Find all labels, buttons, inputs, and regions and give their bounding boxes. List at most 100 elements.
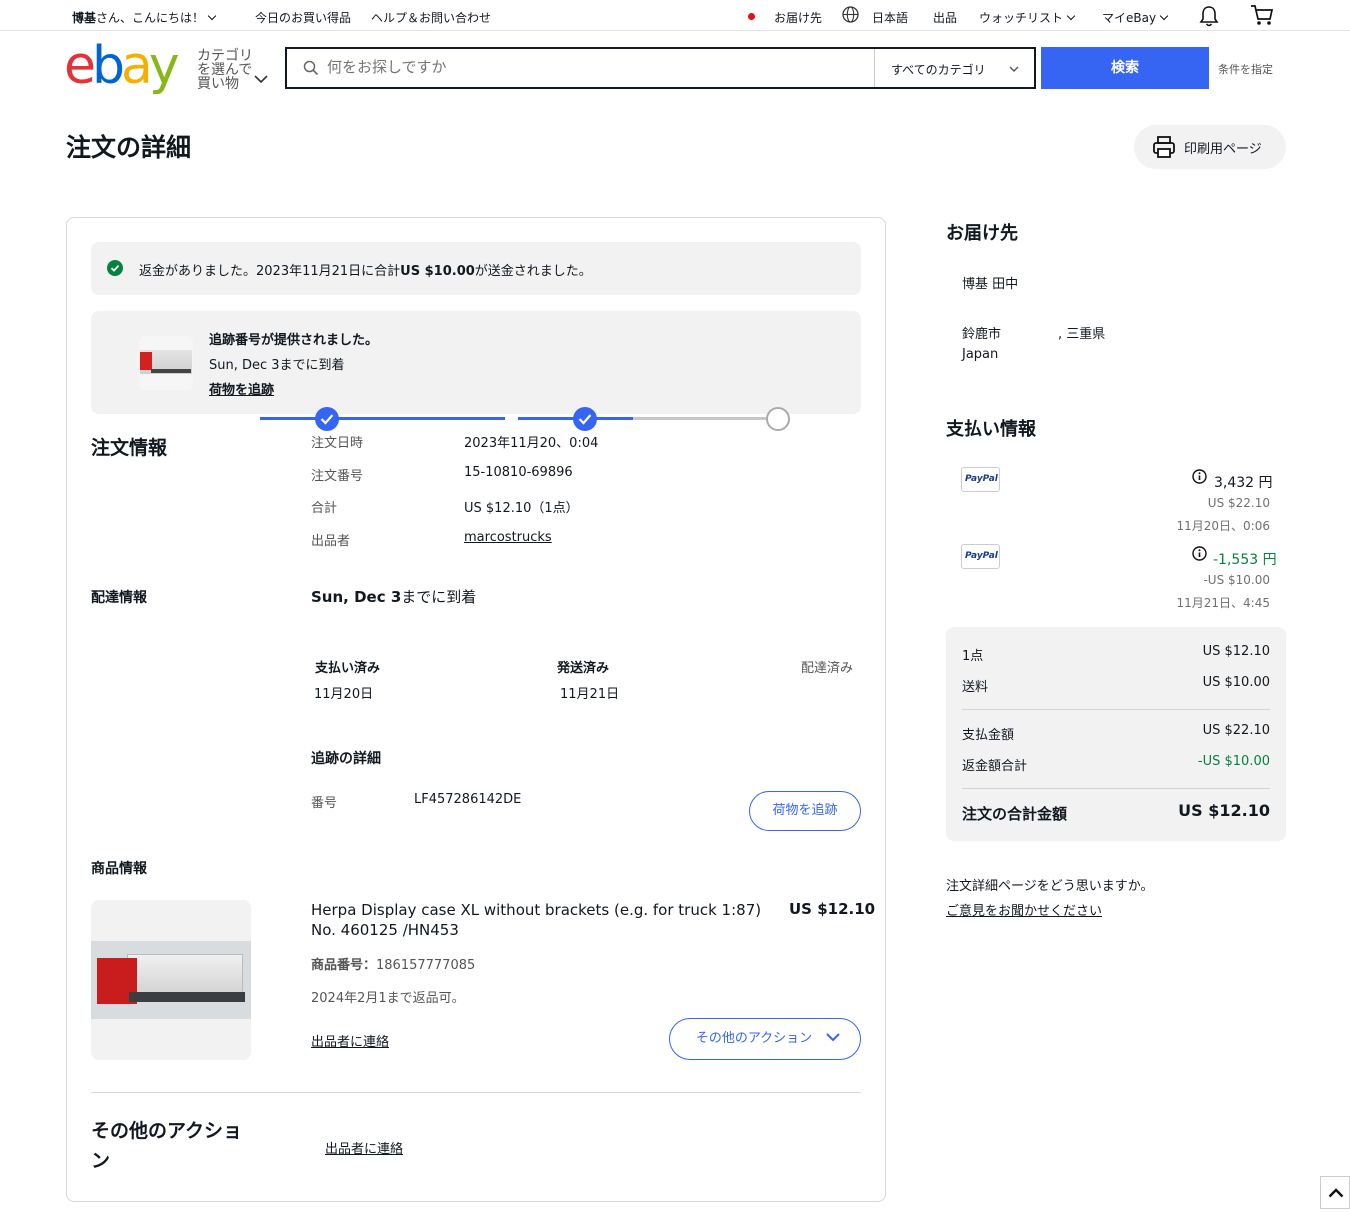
top-bar: 博基さん、こんにちは！ 今日のお買い得品 ヘルプ＆お問い合わせ お届け先 日本語… [0, 0, 1350, 31]
step-delivered-circle-icon [766, 407, 790, 431]
progress-segment-paid [260, 417, 505, 420]
order-total-label: 合計 [311, 501, 338, 516]
search-input[interactable] [327, 58, 847, 76]
chevron-up-icon [1328, 1187, 1344, 1202]
chevron-down-icon [826, 1019, 840, 1059]
print-button[interactable]: 印刷用ページ [1134, 125, 1286, 169]
product-thumbnail[interactable] [139, 336, 193, 390]
address-country: Japan [962, 347, 999, 362]
progress-segment-remaining [633, 417, 766, 420]
paid-value: US $22.10 [1202, 723, 1270, 738]
product-title[interactable]: Herpa Display case XL without brackets (… [311, 900, 771, 940]
chevron-down-icon [207, 11, 217, 21]
other-contact-seller-link[interactable]: 出品者に連絡 [325, 1138, 403, 1157]
payment-2-usd: -US $10.00 [1203, 573, 1270, 587]
more-actions-button[interactable]: その他のアクション [669, 1018, 861, 1060]
order-info-heading: 注文情報 [91, 437, 168, 459]
more-actions-label: その他のアクション [695, 1031, 813, 1046]
print-button-label: 印刷用ページ [1184, 142, 1262, 157]
tracking-details-heading: 追跡の詳細 [311, 751, 381, 767]
search-button[interactable]: 検索 [1041, 47, 1209, 89]
watchlist-label: ウォッチリスト [979, 11, 1064, 25]
order-summary: 1点 US $12.10 送料 US $10.00 支払金額 US $22.10… [946, 627, 1286, 841]
delivery-progress [315, 625, 857, 649]
ebay-logo[interactable]: ebay [64, 40, 180, 92]
track-package-link[interactable]: 荷物を追跡 [209, 379, 274, 398]
step-paid-date: 11月20日 [314, 687, 374, 702]
step-shipped-date: 11月21日 [560, 687, 620, 702]
delivery-estimate: Sun, Dec 3までに到着 [311, 588, 477, 606]
feedback-question: 注文詳細ページをどう思いますか。 [946, 879, 1154, 894]
order-total-value: US $12.10 [1178, 801, 1270, 820]
seller-link[interactable]: marcostrucks [464, 530, 552, 545]
track-package-button[interactable]: 荷物を追跡 [749, 791, 861, 831]
summary-divider [962, 709, 1270, 710]
scroll-to-top-button[interactable] [1320, 1176, 1350, 1209]
payment-1-yen: 3,432 円 [1214, 475, 1273, 491]
refund-banner: 返金がありました。2023年11月21日に合計US $10.00が送金されました… [91, 242, 861, 295]
recipient-name: 博基 田中 [962, 277, 1019, 292]
payment-1-date: 11月20日、0:06 [1176, 519, 1271, 533]
page-title: 注文の詳細 [66, 133, 192, 162]
payment-2-date: 11月21日、4:45 [1176, 596, 1271, 610]
contact-seller-link[interactable]: 出品者に連絡 [311, 1031, 389, 1050]
product-image[interactable] [91, 900, 251, 1060]
step-paid-check-icon [315, 407, 339, 431]
payment-2-yen: -1,553 円 [1213, 552, 1277, 568]
japan-flag-icon [748, 13, 755, 20]
items-value: US $12.10 [1202, 644, 1270, 659]
delivery-progress-bar [248, 407, 790, 431]
search-divider [874, 49, 875, 87]
paypal-logo-icon: PayPal [961, 544, 1000, 569]
refund-total-label: 返金額合計 [962, 759, 1028, 774]
shop-by-category-button[interactable]: カテゴリを選んで買い物 [197, 49, 261, 91]
refund-total-value: -US $10.00 [1197, 754, 1270, 769]
language-link[interactable]: 日本語 [872, 9, 908, 26]
address-prefecture: , 三重県 [1058, 327, 1106, 342]
summary-divider [962, 788, 1270, 789]
order-total-label: 注文の合計金額 [962, 805, 1068, 823]
tracking-notice: 追跡番号が提供されました。 Sun, Dec 3までに到着 荷物を追跡 [91, 311, 861, 414]
chevron-down-icon [1009, 62, 1019, 77]
cart-icon[interactable] [1250, 4, 1274, 29]
feedback-link[interactable]: ご意見をお聞かせください [946, 900, 1102, 919]
product-price: US $12.10 [789, 900, 876, 918]
tracking-number-value: LF457286142DE [414, 792, 522, 807]
chevron-down-icon [1159, 11, 1169, 21]
tracking-notice-arrival: Sun, Dec 3までに到着 [209, 358, 345, 373]
step-shipped-check-icon [573, 407, 597, 431]
sell-link[interactable]: 出品 [933, 9, 957, 26]
bell-icon[interactable] [1199, 5, 1219, 30]
step-paid-label: 支払い済み [315, 661, 381, 676]
order-number-value: 15-10810-69896 [464, 465, 573, 480]
paypal-logo-icon: PayPal [961, 467, 1000, 492]
printer-icon [1152, 135, 1176, 163]
my-ebay-menu[interactable]: マイeBay [1102, 9, 1169, 26]
items-label: 1点 [962, 649, 984, 664]
payment-info-heading: 支払い情報 [946, 419, 1036, 440]
advanced-search-link[interactable]: 条件を指定 [1218, 61, 1273, 77]
greeting-menu[interactable]: 博基さん、こんにちは！ [72, 9, 217, 26]
step-delivered-label: 配達済み [801, 661, 854, 676]
category-select[interactable]: すべてのカテゴリ [891, 61, 986, 78]
info-icon[interactable] [1192, 469, 1207, 484]
globe-icon [842, 6, 859, 26]
search-bar: すべてのカテゴリ [285, 47, 1036, 89]
delivery-info-heading: 配達情報 [91, 590, 147, 606]
shipping-label: 送料 [962, 680, 989, 695]
chevron-down-icon [254, 73, 268, 88]
watchlist-menu[interactable]: ウォッチリスト [979, 9, 1076, 26]
my-ebay-label: マイeBay [1102, 11, 1157, 25]
chevron-down-icon [1066, 11, 1076, 21]
return-policy: 2024年2月1まで返品可。 [311, 991, 465, 1006]
order-date-label: 注文日時 [311, 436, 364, 451]
info-icon[interactable] [1192, 546, 1207, 561]
refund-message: 返金がありました。2023年11月21日に合計US $10.00が送金されました… [139, 264, 592, 279]
item-number: 商品番号：186157777085 [311, 958, 476, 973]
shipping-address-heading: お届け先 [946, 223, 1018, 244]
tracking-number-label: 番号 [311, 796, 338, 811]
ship-to-link[interactable]: お届け先 [774, 9, 822, 26]
help-link[interactable]: ヘルプ＆お問い合わせ [371, 9, 491, 26]
step-shipped-label: 発送済み [557, 661, 610, 676]
daily-deals-link[interactable]: 今日のお買い得品 [255, 9, 351, 26]
